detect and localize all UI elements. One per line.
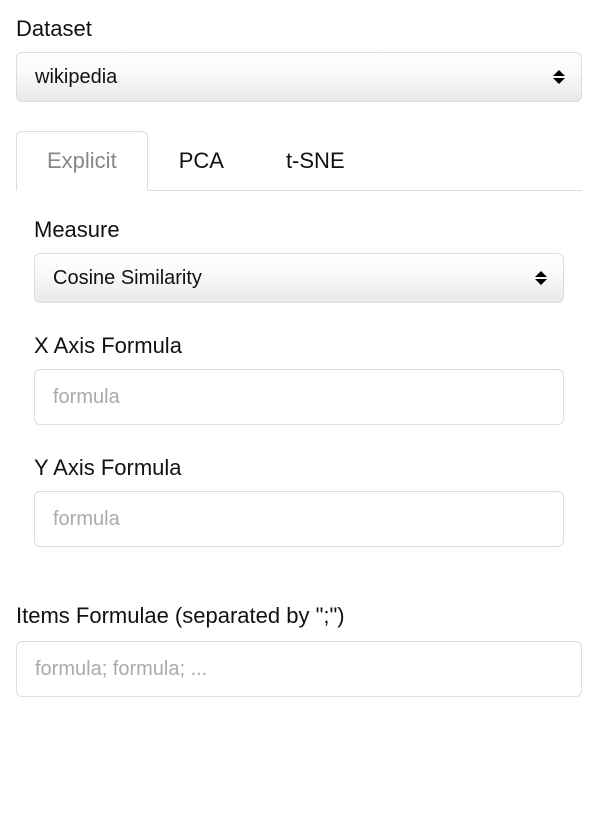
measure-select[interactable]: Cosine Similarity (34, 253, 564, 303)
measure-select-value: Cosine Similarity (53, 267, 202, 290)
explicit-panel: Measure Cosine Similarity X Axis Formula… (16, 191, 582, 547)
dataset-select-value: wikipedia (35, 66, 117, 89)
tab-pca[interactable]: PCA (148, 131, 255, 191)
yaxis-input[interactable] (34, 491, 564, 547)
updown-icon (553, 67, 567, 87)
tabs: Explicit PCA t-SNE (16, 130, 582, 191)
tab-explicit[interactable]: Explicit (16, 131, 148, 191)
yaxis-label: Y Axis Formula (34, 455, 564, 481)
updown-icon (535, 268, 549, 288)
xaxis-label: X Axis Formula (34, 333, 564, 359)
items-label: Items Formulae (separated by ";") (16, 603, 582, 629)
measure-label: Measure (34, 217, 564, 243)
items-input[interactable] (16, 641, 582, 697)
xaxis-input[interactable] (34, 369, 564, 425)
tab-tsne[interactable]: t-SNE (255, 131, 376, 191)
dataset-select[interactable]: wikipedia (16, 52, 582, 102)
dataset-label: Dataset (16, 16, 582, 42)
